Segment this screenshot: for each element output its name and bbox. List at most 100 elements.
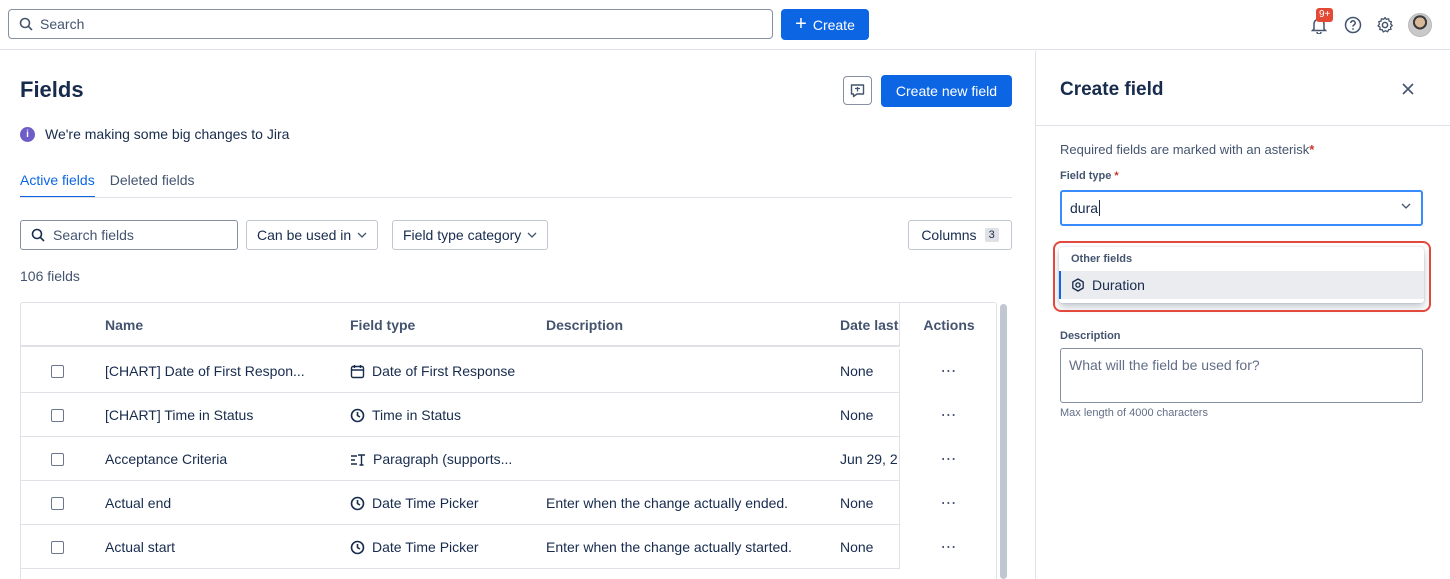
description-hint: Max length of 4000 characters <box>1060 407 1208 419</box>
field-type-cell: Date Time Picker <box>350 525 540 569</box>
info-icon: i <box>20 126 35 142</box>
field-description <box>546 437 836 481</box>
gear-icon[interactable] <box>1376 16 1394 34</box>
field-type-input-value: dura <box>1070 200 1099 216</box>
clock-icon <box>350 496 365 510</box>
more-icon: ⋯ <box>940 539 958 556</box>
row-checkbox[interactable] <box>51 408 64 422</box>
field-name[interactable]: Actual end <box>105 481 330 525</box>
row-actions-button[interactable]: ⋯ <box>899 525 996 569</box>
create-button-label: Create <box>812 16 855 33</box>
row-actions-button[interactable]: ⋯ <box>899 349 996 393</box>
required-note: Required fields are marked with an aster… <box>1060 142 1314 157</box>
info-banner-text: We're making some big changes to Jira <box>45 126 290 142</box>
row-checkbox[interactable] <box>51 540 64 554</box>
info-banner[interactable]: i We're making some big changes to Jira <box>20 126 289 142</box>
field-type-label: Date Time Picker <box>372 539 479 555</box>
global-search-placeholder: Search <box>40 16 85 32</box>
field-name[interactable]: Actual start <box>105 525 330 569</box>
chevron-down-icon[interactable] <box>1401 203 1411 209</box>
row-checkbox-cell <box>51 393 65 437</box>
paragraph-icon <box>351 453 365 466</box>
field-type-label: Field type * <box>1060 170 1119 182</box>
column-header-description[interactable]: Description <box>546 303 836 347</box>
table-row: Actual start Date Time Picker Enter when… <box>21 525 996 569</box>
field-type-category-label: Field type category <box>403 227 522 243</box>
tabs-divider <box>20 197 1012 198</box>
chevron-down-icon <box>527 232 537 238</box>
field-type-label-text: Field type <box>1060 170 1112 182</box>
top-navigation: Search + Create 9+ <box>0 0 1450 50</box>
notifications-button[interactable]: 9+ <box>1308 8 1334 36</box>
more-icon: ⋯ <box>940 407 958 424</box>
notification-badge: 9+ <box>1316 8 1334 22</box>
table-scrollbar[interactable] <box>1000 304 1007 579</box>
create-button[interactable]: + Create <box>781 9 869 40</box>
row-checkbox-cell <box>51 437 65 481</box>
field-description <box>546 393 836 437</box>
columns-button[interactable]: Columns 3 <box>908 220 1012 250</box>
description-label: Description <box>1060 330 1121 342</box>
column-header-name[interactable]: Name <box>105 303 330 347</box>
clock-icon <box>350 540 365 554</box>
search-fields-input[interactable]: Search fields <box>20 220 238 250</box>
tab-active-fields[interactable]: Active fields <box>20 172 95 198</box>
can-be-used-in-filter[interactable]: Can be used in <box>246 220 379 250</box>
calendar-icon <box>350 364 365 378</box>
description-textarea[interactable]: What will the field be used for? <box>1060 348 1423 403</box>
feedback-icon <box>850 84 865 98</box>
table-row: [CHART] Time in Status Time in Status No… <box>21 393 996 437</box>
field-type-category-filter[interactable]: Field type category <box>392 220 549 250</box>
page-title: Fields <box>20 77 84 102</box>
more-icon: ⋯ <box>940 451 958 468</box>
row-actions-button[interactable]: ⋯ <box>899 393 996 437</box>
field-name[interactable]: [CHART] Date of First Respon... <box>105 349 330 393</box>
text-caret <box>1099 200 1101 216</box>
search-icon <box>31 228 45 242</box>
row-actions-button[interactable]: ⋯ <box>899 437 996 481</box>
close-icon[interactable] <box>1400 81 1416 97</box>
global-search-input[interactable]: Search <box>8 9 773 39</box>
more-icon: ⋯ <box>940 363 958 380</box>
clock-icon <box>350 408 365 422</box>
field-type-cell: Time in Status <box>350 393 540 437</box>
row-checkbox[interactable] <box>51 364 64 378</box>
field-type-label: Time in Status <box>372 407 461 423</box>
columns-label: Columns <box>921 227 977 243</box>
field-name[interactable]: Acceptance Criteria <box>105 437 330 481</box>
column-header-date-last[interactable]: Date last <box>840 303 900 347</box>
field-type-label: Date of First Response <box>372 363 516 379</box>
help-icon[interactable] <box>1344 16 1362 34</box>
row-checkbox[interactable] <box>51 496 64 510</box>
required-asterisk: * <box>1114 170 1119 182</box>
row-checkbox[interactable] <box>51 452 64 466</box>
top-right-actions: 9+ <box>1308 8 1432 40</box>
field-type-label: Date Time Picker <box>372 495 479 511</box>
field-date-last-used: None <box>840 407 874 423</box>
column-header-field-type[interactable]: Field type <box>350 303 540 347</box>
user-avatar[interactable] <box>1408 13 1432 37</box>
description-placeholder: What will the field be used for? <box>1069 357 1260 373</box>
row-actions-button[interactable]: ⋯ <box>899 481 996 525</box>
column-header-actions: Actions <box>899 303 996 347</box>
field-type-select[interactable]: dura <box>1060 190 1423 226</box>
search-icon <box>19 17 33 31</box>
field-type-cell: Paragraph (supports... <box>350 437 540 481</box>
row-checkbox-cell <box>51 481 65 525</box>
field-type-label: Paragraph (supports... <box>373 451 513 467</box>
row-checkbox-cell <box>51 349 65 393</box>
highlight-annotation <box>1053 241 1431 312</box>
table-row: Actual end Date Time Picker Enter when t… <box>21 481 996 525</box>
field-type-cell: Date of First Response <box>350 349 540 393</box>
field-date-last-used: Jun 29, 2 <box>840 451 898 467</box>
chevron-down-icon <box>357 232 367 238</box>
field-name[interactable]: [CHART] Time in Status <box>105 393 330 437</box>
field-type-cell: Date Time Picker <box>350 481 540 525</box>
tab-deleted-fields[interactable]: Deleted fields <box>110 172 195 198</box>
fields-table: Name Field type Description Date last Ac… <box>20 302 997 579</box>
create-new-field-button[interactable]: Create new field <box>881 75 1012 107</box>
more-icon: ⋯ <box>940 495 958 512</box>
table-row: Acceptance Criteria Paragraph (supports.… <box>21 437 996 481</box>
feedback-button[interactable] <box>843 76 872 105</box>
required-asterisk: * <box>1309 142 1315 157</box>
